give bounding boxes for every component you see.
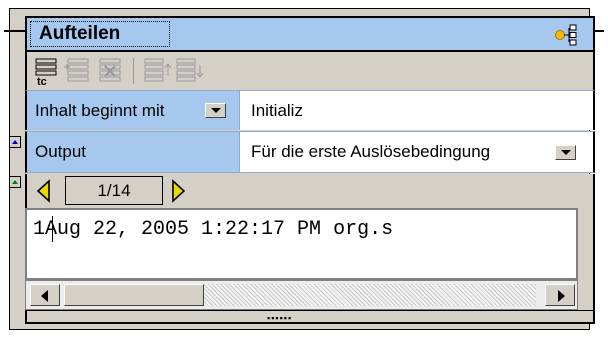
line-text: Aug 22, 2005 1:22:17 PM org.s [45,218,394,241]
output-dropdown-button[interactable] [555,145,576,160]
output-connector-line [594,30,604,32]
toolbar-separator [133,58,134,84]
component-title: Aufteilen [39,23,121,44]
page-indicator: 1/14 [65,176,163,205]
property-label-cell: Inhalt beginnt mit [27,91,240,130]
resize-grip-icon[interactable]: ▪▪▪▪▪▪ [267,313,292,323]
expand-marker-icon[interactable] [9,136,21,148]
property-row-output: Output Für die erste Auslösebedingung [25,131,595,173]
property-row-start: Inhalt beginnt mit Initializ [25,90,595,130]
property-label-cell: Output [27,132,240,172]
component-header[interactable]: Aufteilen [25,16,595,52]
start-dropdown-button[interactable] [205,103,226,118]
connector-handle-icon[interactable] [553,24,583,46]
page-text: 1/14 [97,181,131,200]
collapse-marker-icon[interactable] [9,176,21,188]
chevron-left-icon[interactable] [33,178,55,204]
insert-after-icon[interactable] [63,56,95,86]
sample-text-area[interactable]: 1Aug 22, 2005 1:22:17 PM org.s [25,208,578,280]
resize-bar[interactable]: ▪▪▪▪▪▪ [25,310,595,324]
delete-row-icon[interactable] [95,56,127,86]
scroll-right-icon[interactable] [545,284,575,306]
line-number: 1 [33,218,46,241]
scrollbar-thumb[interactable] [64,284,204,306]
move-down-icon[interactable] [173,56,205,86]
property-label: Inhalt beginnt mit [35,101,165,120]
pager: 1/14 [25,174,595,208]
move-up-icon[interactable] [141,56,173,86]
horizontal-scrollbar[interactable] [25,280,578,310]
property-label: Output [35,142,87,161]
start-value-input[interactable]: Initializ [251,101,303,121]
toolbar: tc [25,52,595,90]
right-resize-strip[interactable] [578,208,595,310]
chevron-right-icon[interactable] [167,178,189,204]
scroll-left-icon[interactable] [30,284,60,306]
sample-line: 1Aug 22, 2005 1:22:17 PM org.s [33,218,393,241]
svg-text:tc: tc [37,76,47,86]
text-caret [52,216,53,242]
input-connector-line [4,30,25,32]
output-value: Für die erste Auslösebedingung [251,142,491,161]
insert-text-icon[interactable]: tc [31,56,63,86]
